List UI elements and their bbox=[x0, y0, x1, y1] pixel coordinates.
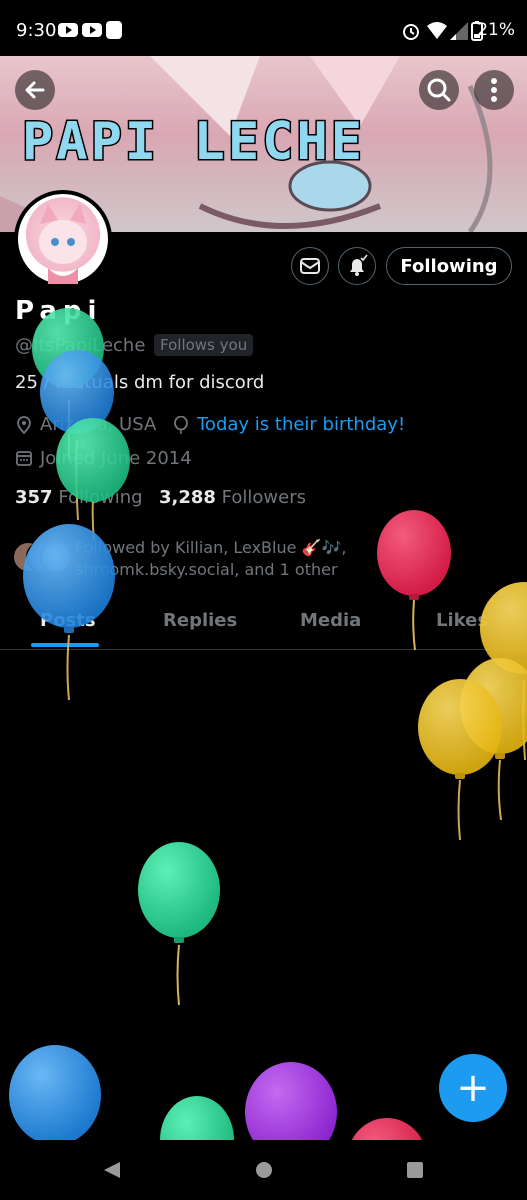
balloon bbox=[377, 510, 451, 651]
nav-home-icon[interactable] bbox=[254, 1160, 274, 1180]
nav-back-icon[interactable] bbox=[102, 1160, 122, 1180]
balloon bbox=[23, 524, 115, 701]
nav-recents-icon[interactable] bbox=[405, 1160, 425, 1180]
system-nav-bar bbox=[0, 1140, 527, 1200]
balloon bbox=[56, 418, 130, 541]
balloon bbox=[9, 1045, 101, 1145]
birthday-balloons-overlay bbox=[9, 308, 527, 1200]
compose-button[interactable]: + bbox=[439, 1054, 507, 1122]
balloon bbox=[418, 679, 502, 841]
balloon bbox=[138, 842, 220, 1006]
